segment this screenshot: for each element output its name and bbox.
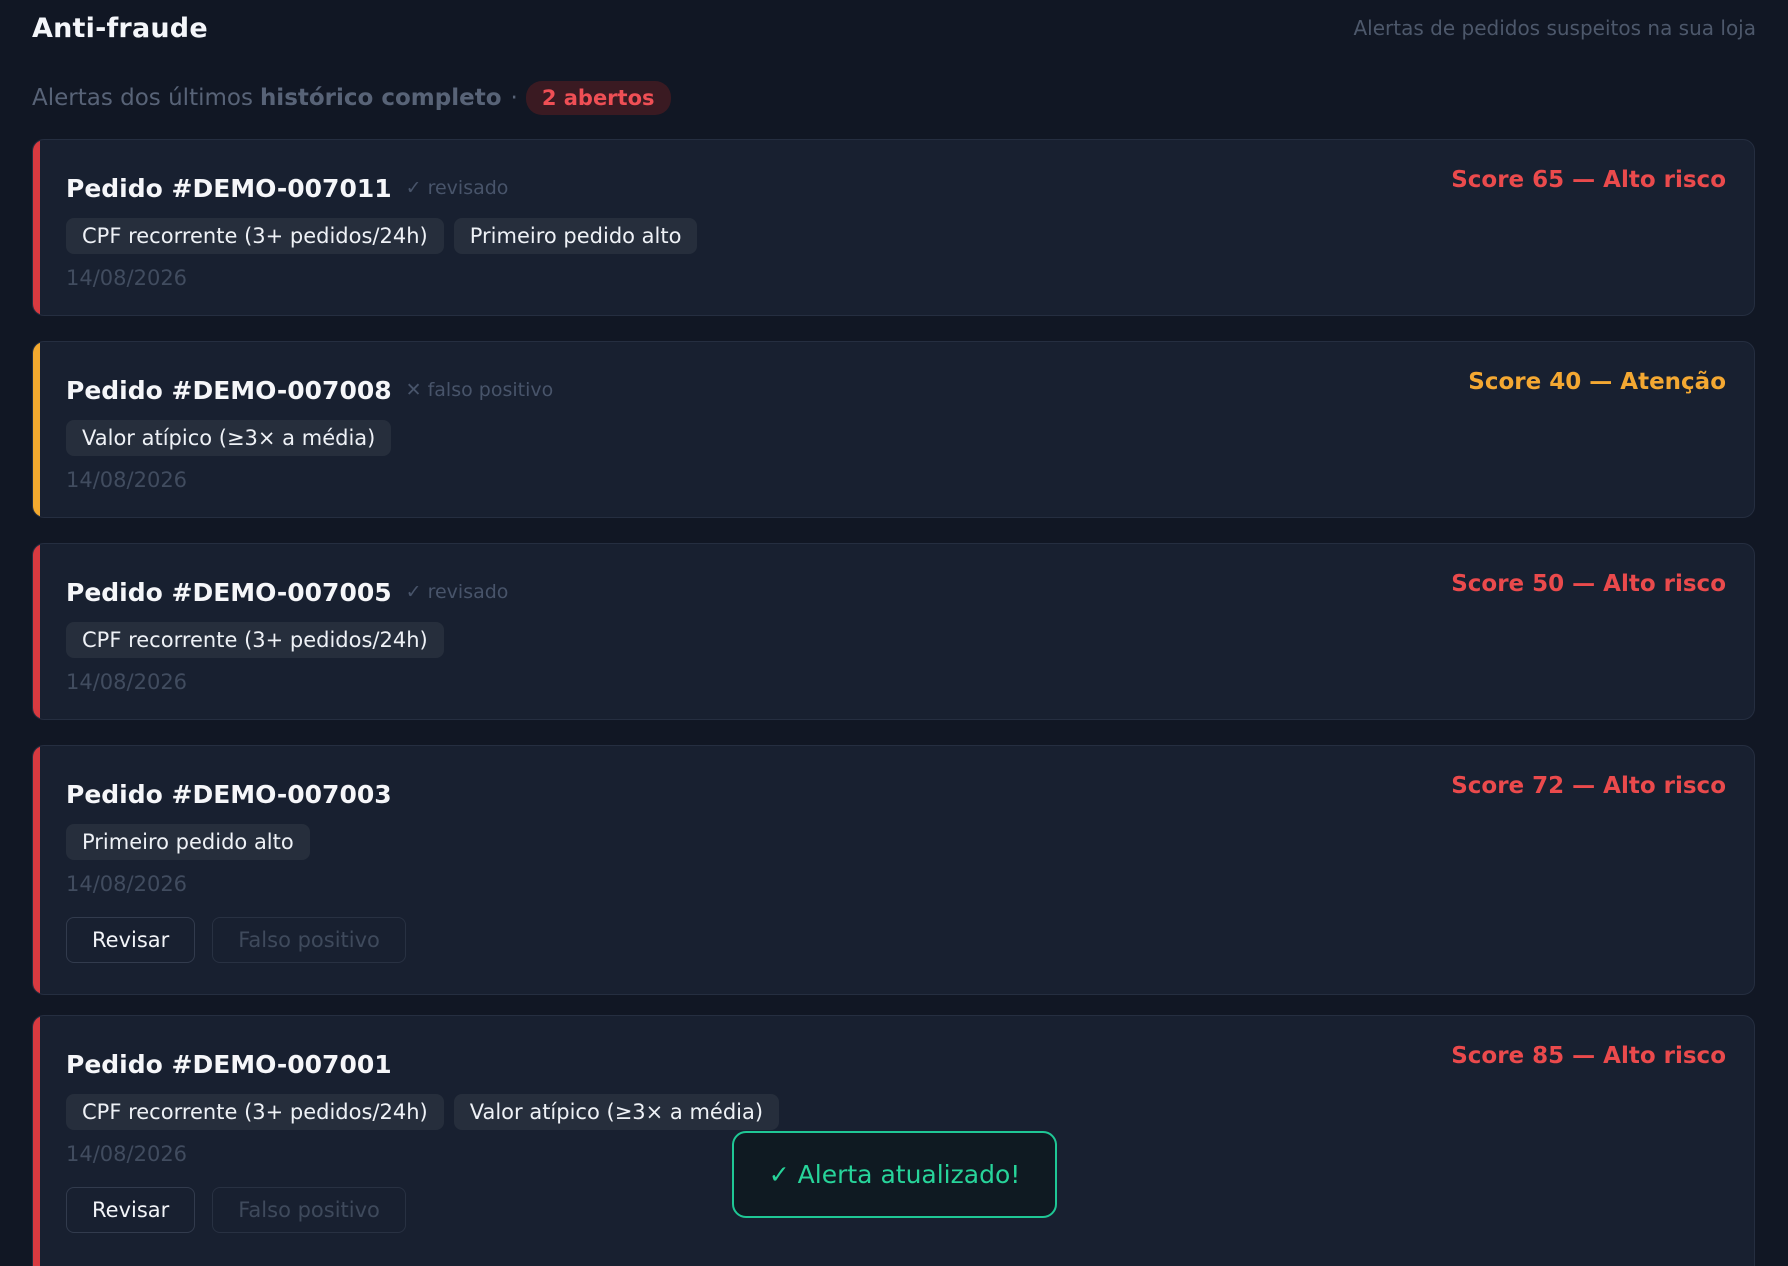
risk-score: Score 85 — Alto risco — [1451, 1043, 1726, 1069]
summary-period: histórico completo — [259, 85, 502, 111]
alert-date: 14/08/2026 — [66, 872, 188, 896]
reason-tag: CPF recorrente (3+ pedidos/24h) — [66, 218, 444, 254]
false-positive-button[interactable]: Falso positivo — [212, 1187, 406, 1233]
risk-score: Score 50 — Alto risco — [1451, 571, 1726, 597]
alert-card: Pedido #DEMO-007005 ✓ revisado Score 50 … — [32, 543, 1755, 720]
alert-status: ✓ revisado — [405, 177, 509, 199]
check-icon: ✓ — [768, 1160, 790, 1189]
success-toast[interactable]: ✓ Alerta atualizado! — [732, 1131, 1057, 1218]
order-title: Pedido #DEMO-007011 — [66, 173, 392, 203]
risk-score: Score 40 — Atenção — [1468, 369, 1726, 395]
toast-message: Alerta atualizado! — [797, 1160, 1021, 1189]
review-button[interactable]: Revisar — [66, 1187, 196, 1233]
page-title: Anti-fraude — [32, 12, 208, 44]
alert-date: 14/08/2026 — [66, 670, 188, 694]
false-positive-button[interactable]: Falso positivo — [212, 917, 406, 963]
alert-date: 14/08/2026 — [66, 468, 188, 492]
page-header: Anti-fraude Alertas de pedidos suspeitos… — [32, 0, 1756, 56]
reason-tag: Primeiro pedido alto — [453, 218, 698, 254]
risk-score: Score 65 — Alto risco — [1451, 167, 1726, 193]
reason-tag: CPF recorrente (3+ pedidos/24h) — [66, 622, 444, 658]
alert-card: Pedido #DEMO-007011 ✓ revisado Score 65 … — [32, 139, 1755, 316]
anti-fraud-page: Anti-fraude Alertas de pedidos suspeitos… — [0, 0, 1788, 1266]
page-subtitle: Alertas de pedidos suspeitos na sua loja — [1353, 16, 1757, 40]
summary-separator: · — [510, 85, 518, 111]
reason-tag: Valor atípico (≥3× a média) — [453, 1094, 780, 1130]
alerts-summary: Alertas dos últimos histórico completo ·… — [32, 56, 1756, 140]
reason-tag: CPF recorrente (3+ pedidos/24h) — [66, 1094, 444, 1130]
order-title: Pedido #DEMO-007001 — [66, 1049, 392, 1079]
alert-date: 14/08/2026 — [66, 266, 188, 290]
alert-card: Pedido #DEMO-007008 ✕ falso positivo Sco… — [32, 341, 1755, 518]
alert-status: ✕ falso positivo — [405, 379, 554, 401]
alert-card: Pedido #DEMO-007003 Score 72 — Alto risc… — [32, 745, 1755, 995]
order-title: Pedido #DEMO-007008 — [66, 375, 392, 405]
review-button[interactable]: Revisar — [66, 917, 196, 963]
summary-prefix: Alertas dos últimos — [32, 85, 253, 111]
risk-score: Score 72 — Alto risco — [1451, 773, 1726, 799]
reason-tag: Primeiro pedido alto — [66, 824, 310, 860]
reason-tag: Valor atípico (≥3× a média) — [66, 420, 392, 456]
order-title: Pedido #DEMO-007003 — [66, 779, 392, 809]
open-count-badge: 2 abertos — [525, 81, 671, 115]
alert-status: ✓ revisado — [405, 581, 509, 603]
order-title: Pedido #DEMO-007005 — [66, 577, 392, 607]
